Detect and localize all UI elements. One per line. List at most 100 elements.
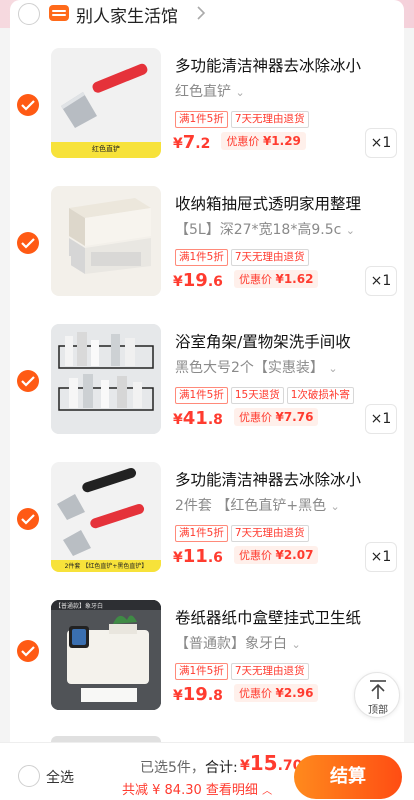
promo-label: 优惠价: [238, 687, 272, 700]
thumb-caption: 2件套 【红色直铲+黑色直铲】: [64, 563, 148, 570]
item-select-radio[interactable]: [17, 94, 39, 116]
price-currency: ¥: [173, 412, 183, 428]
discount-amount: 共减 ¥ 84.30: [122, 783, 202, 798]
product-title[interactable]: 收纳箱抽屉式透明家用整理: [175, 192, 375, 214]
back-to-top-button[interactable]: 顶部: [354, 672, 400, 718]
cart-item[interactable]: 红色直铲 多功能清洁神器去冰除冰小 红色直铲 ⌄ 满1件5折 7天无理由退货 ¥7…: [0, 48, 414, 186]
back-to-top-label: 顶部: [368, 705, 388, 716]
product-thumbnail[interactable]: 2件套 【红色直铲+黑色直铲】: [51, 462, 161, 572]
tag: 满1件5折: [175, 525, 228, 542]
select-all-label[interactable]: 全选: [46, 767, 74, 787]
cart-item[interactable]: 浴室角架/置物架洗手间收 黑色大号2个【实惠装】 ⌄ 满1件5折 15天退货 1次破…: [0, 324, 414, 462]
promo-price: 优惠价 ¥2.96: [233, 684, 319, 702]
product-spec[interactable]: 2件套 【红色直铲+黑色 ⌄: [175, 495, 365, 515]
promo-price: 优惠价 ¥7.76: [233, 408, 319, 426]
storage-box-image: [53, 198, 151, 286]
promo-price: 优惠价 ¥1.29: [221, 132, 306, 150]
cart-item[interactable]: 收纳箱抽屉式透明家用整理 【5L】深27*宽18*高9.5c ⌄ 满1件5折 7天…: [0, 186, 414, 324]
product-spec[interactable]: 【5L】深27*宽18*高9.5c ⌄: [175, 219, 365, 239]
promo-value: ¥1.29: [262, 134, 301, 148]
checkout-button[interactable]: 结算: [294, 755, 402, 799]
tag: 满1件5折: [175, 111, 228, 128]
item-select-radio[interactable]: [17, 370, 39, 392]
product-title[interactable]: 多功能清洁神器去冰除冰小: [175, 54, 375, 76]
product-thumbnail[interactable]: 【普通款】象牙白: [51, 600, 161, 710]
chevron-down-icon: ⌄: [345, 224, 355, 237]
tag: 7天无理由退货: [230, 663, 309, 680]
price-dec: .6: [207, 274, 223, 290]
tag: 满1件5折: [175, 387, 228, 404]
price-currency: ¥: [173, 688, 183, 704]
tag: 7天无理由退货: [230, 525, 309, 542]
total-label: 合计:: [205, 760, 238, 776]
product-thumbnail[interactable]: 红色直铲: [51, 48, 161, 158]
spec-text: 【普通款】象牙白: [175, 636, 287, 652]
promo-price: 优惠价 ¥2.07: [233, 546, 319, 564]
quantity-button[interactable]: ×1: [365, 266, 397, 296]
price-currency: ¥: [173, 136, 183, 152]
price-int: 41: [182, 408, 208, 429]
spec-text: 红色直铲: [175, 84, 231, 100]
tags: 满1件5折 7天无理由退货: [175, 521, 312, 542]
product-spec[interactable]: 红色直铲 ⌄: [175, 81, 365, 101]
tissue-holder-image: [51, 600, 161, 710]
spec-text: 黑色大号2个【实惠装】: [175, 360, 324, 376]
tags: 满1件5折 7天无理由退货: [175, 245, 312, 266]
product-spec[interactable]: 【普通款】象牙白 ⌄: [175, 633, 365, 653]
thumb-caption: 红色直铲: [92, 145, 120, 153]
cart-item[interactable]: 2件套 【红色直铲+黑色直铲】 多功能清洁神器去冰除冰小 2件套 【红色直铲+黑…: [0, 462, 414, 600]
price-int: 19: [182, 270, 208, 291]
tag: 1次破损补寄: [286, 387, 354, 404]
promo-label: 优惠价: [238, 273, 272, 286]
promo-value: ¥7.76: [275, 410, 314, 424]
tag: 满1件5折: [175, 663, 228, 680]
shop-row[interactable]: 别人家生活馆: [0, 0, 414, 28]
price: ¥19.8 优惠价 ¥2.96: [173, 684, 319, 705]
total-value: ¥15.70: [240, 751, 302, 775]
discount-line[interactable]: 共减 ¥ 84.30 查看明细 ︿: [122, 779, 272, 798]
product-spec[interactable]: 黑色大号2个【实惠装】 ⌄: [175, 357, 365, 377]
total-int: 15: [249, 751, 278, 775]
price-currency: ¥: [173, 274, 183, 290]
tag: 15天退货: [230, 387, 284, 404]
tags: 满1件5折 7天无理由退货: [175, 659, 312, 680]
shop-name[interactable]: 别人家生活馆: [76, 2, 178, 27]
tag: 7天无理由退货: [230, 249, 309, 266]
chevron-right-icon: [197, 6, 206, 20]
tags: 满1件5折 7天无理由退货: [175, 107, 312, 128]
select-all-radio[interactable]: [18, 765, 40, 787]
thumb-caption: 【普通款】象牙白: [55, 603, 104, 610]
chevron-down-icon: ⌄: [235, 86, 245, 99]
chevron-down-icon: ⌄: [328, 362, 338, 375]
promo-value: ¥1.62: [275, 272, 314, 286]
bottom-checkout-bar: 全选 已选5件， 合计: ¥15.70 共减 ¥ 84.30 查看明细 ︿ 结算: [0, 742, 414, 800]
view-details-link[interactable]: 查看明细: [206, 783, 258, 798]
price: ¥7.2 优惠价 ¥1.29: [173, 132, 306, 153]
scraper-image: [51, 63, 161, 158]
price: ¥19.6 优惠价 ¥1.62: [173, 270, 319, 291]
price-int: 19: [182, 684, 208, 705]
promo-label: 优惠价: [238, 411, 272, 424]
total-currency: ¥: [240, 758, 250, 774]
cart-item[interactable]: 【普通款】象牙白 卷纸器纸巾盒壁挂式卫生纸 【普通款】象牙白 ⌄ 满1件5折 7天…: [0, 600, 414, 738]
quantity-button[interactable]: ×1: [365, 542, 397, 572]
chevron-down-icon: ⌄: [291, 638, 301, 651]
spec-text: 2件套 【红色直铲+黑色: [175, 498, 327, 514]
product-title[interactable]: 多功能清洁神器去冰除冰小: [175, 468, 375, 490]
quantity-button[interactable]: ×1: [365, 404, 397, 434]
selected-count: 已选5件，: [140, 760, 205, 776]
shop-select-radio[interactable]: [18, 3, 40, 25]
promo-label: 优惠价: [238, 549, 272, 562]
product-thumbnail[interactable]: [51, 186, 161, 296]
product-title[interactable]: 卷纸器纸巾盒壁挂式卫生纸: [175, 606, 375, 628]
tag: 7天无理由退货: [230, 111, 309, 128]
price-dec: .8: [207, 412, 223, 428]
product-title[interactable]: 浴室角架/置物架洗手间收: [175, 330, 375, 352]
item-select-radio[interactable]: [17, 232, 39, 254]
item-select-radio[interactable]: [17, 508, 39, 530]
product-thumbnail[interactable]: [51, 324, 161, 434]
quantity-button[interactable]: ×1: [365, 128, 397, 158]
item-select-radio[interactable]: [17, 640, 39, 662]
tag: 满1件5折: [175, 249, 228, 266]
price: ¥41.8 优惠价 ¥7.76: [173, 408, 319, 429]
